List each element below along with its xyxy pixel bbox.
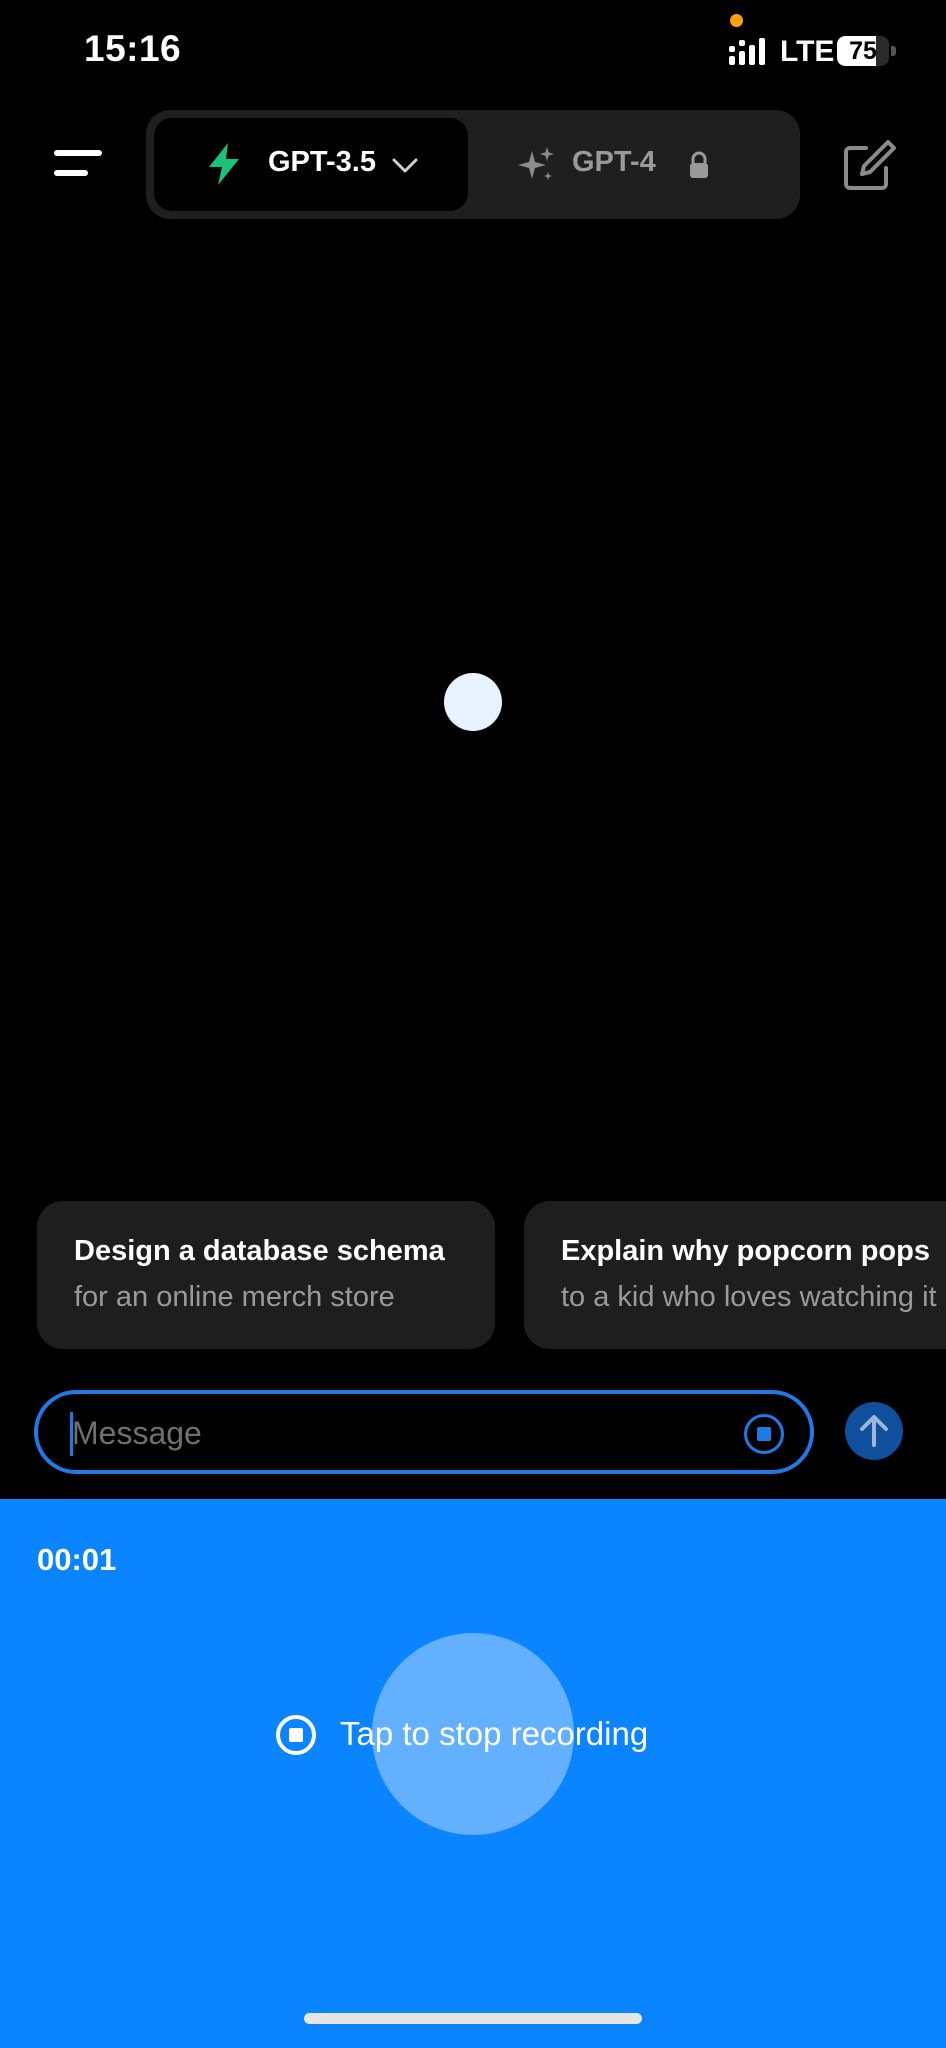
model-tab-gpt-4[interactable]: GPT-4 <box>480 118 792 211</box>
network-type: LTE <box>780 35 835 68</box>
new-chat-button[interactable] <box>838 136 898 196</box>
compose-icon <box>844 140 896 190</box>
suggestion-title: Explain why popcorn pops <box>561 1235 930 1267</box>
stop-recording-inline-button[interactable] <box>744 1414 784 1454</box>
stop-recording-icon <box>276 1715 316 1755</box>
suggestion-card[interactable]: Design a database schema for an online m… <box>37 1201 495 1349</box>
status-bar: 15:16 LTE 75 <box>0 0 946 105</box>
privacy-indicator-dot <box>730 14 743 27</box>
recording-timer: 00:01 <box>37 1542 117 1577</box>
battery-indicator: 75 <box>837 36 897 66</box>
lock-icon <box>690 151 708 178</box>
stop-icon <box>757 1427 771 1441</box>
model-label-gpt-3-5: GPT-3.5 <box>268 146 376 178</box>
chevron-down-icon <box>392 158 418 173</box>
sparkles-icon <box>518 147 554 180</box>
cellular-signal-icon <box>729 38 765 65</box>
bolt-icon <box>209 143 239 185</box>
suggestion-subtitle: to a kid who loves watching it in the mi… <box>561 1281 946 1313</box>
menu-button[interactable] <box>48 140 108 190</box>
battery-percentage: 75 <box>849 37 877 65</box>
model-label-gpt-4: GPT-4 <box>572 146 656 178</box>
message-placeholder: Message <box>72 1415 202 1451</box>
voice-activity-orb <box>444 673 502 731</box>
stop-recording-label[interactable]: Tap to stop recording <box>340 1715 648 1753</box>
model-tab-gpt-3-5[interactable]: GPT-3.5 <box>154 118 468 211</box>
menu-icon <box>54 150 102 156</box>
suggestion-subtitle: for an online merch store <box>74 1281 395 1313</box>
message-input[interactable]: Message <box>34 1390 814 1474</box>
arrow-up-icon <box>860 1415 888 1447</box>
home-indicator[interactable] <box>304 2013 642 2024</box>
send-button[interactable] <box>845 1402 903 1460</box>
suggestion-card[interactable]: Explain why popcorn pops to a kid who lo… <box>524 1201 946 1349</box>
status-time: 15:16 <box>84 28 182 69</box>
model-switcher: GPT-3.5 GPT-4 <box>146 110 800 219</box>
recording-panel[interactable]: 00:01 Tap to stop recording <box>0 1499 946 2048</box>
suggestion-title: Design a database schema <box>74 1235 445 1267</box>
